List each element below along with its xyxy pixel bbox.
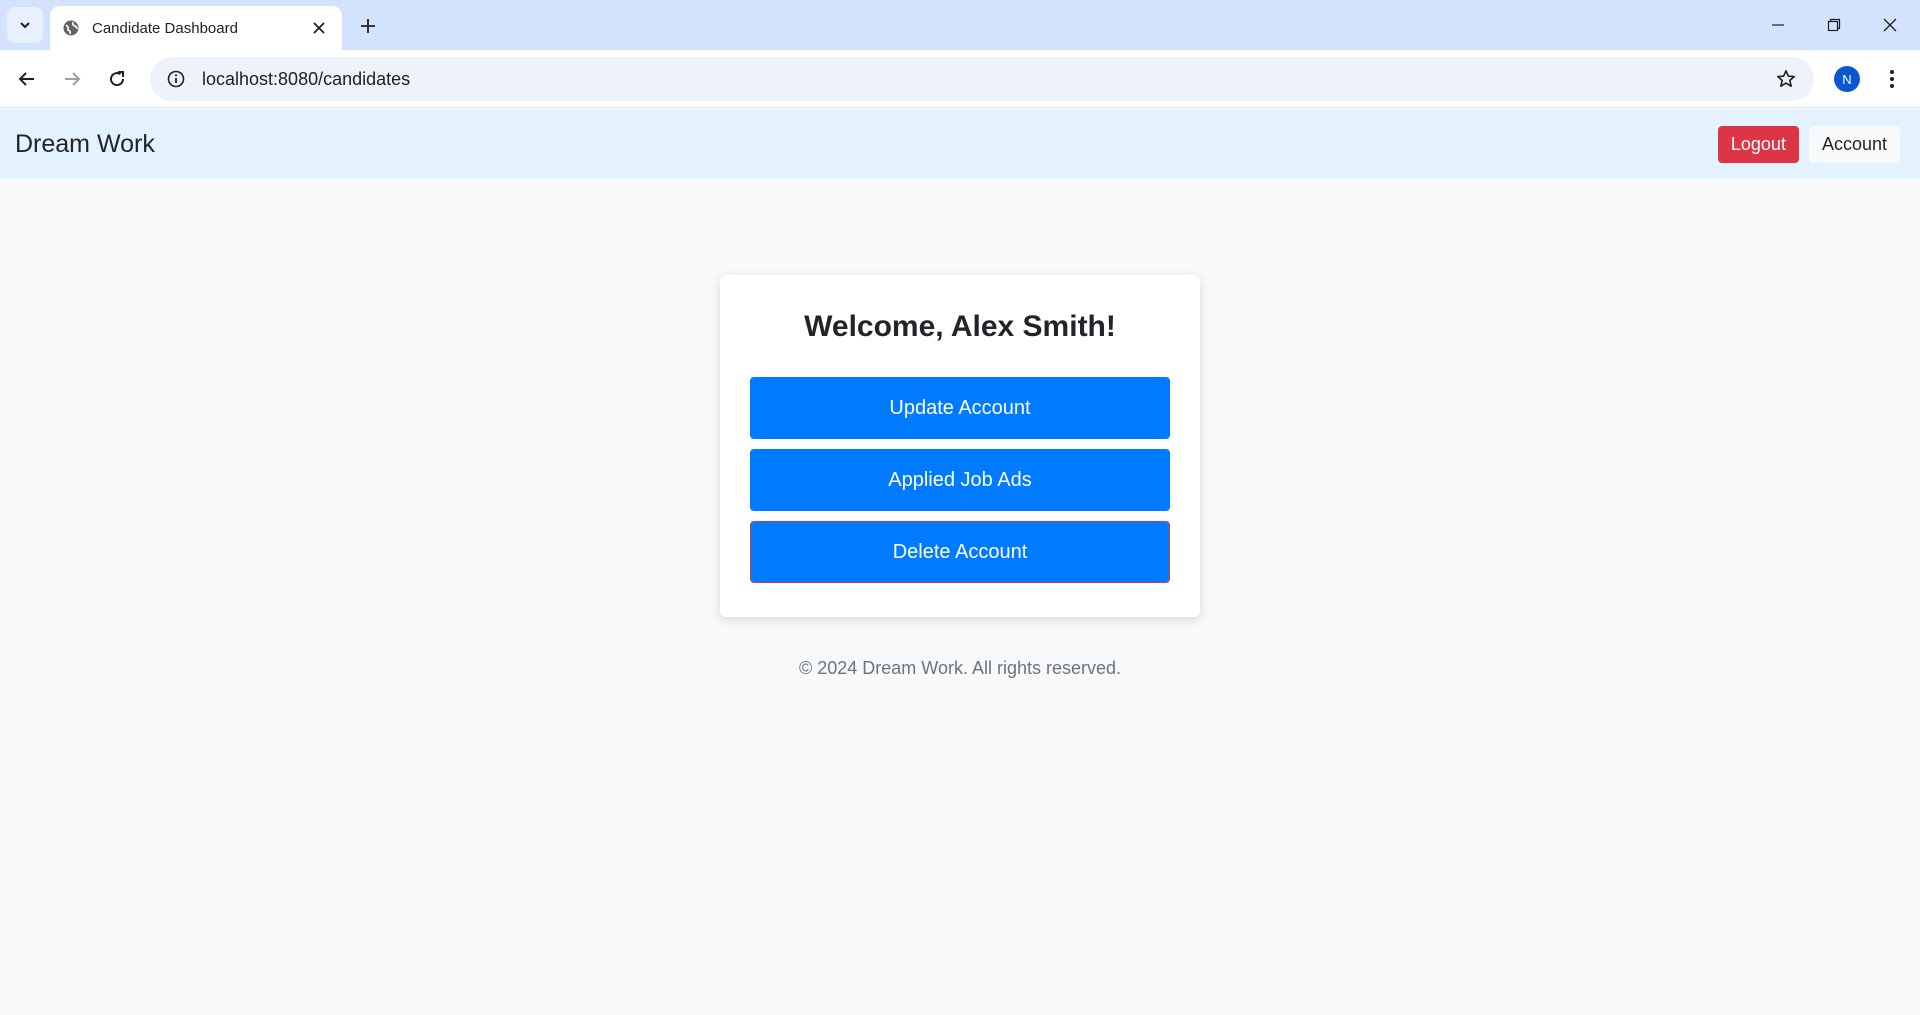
browser-menu-button[interactable] [1874, 61, 1910, 97]
plus-icon [361, 19, 375, 33]
browser-tabstrip: Candidate Dashboard [0, 0, 1920, 50]
delete-account-button[interactable]: Delete Account [750, 521, 1170, 583]
minimize-button[interactable] [1750, 0, 1806, 50]
arrow-left-icon [18, 72, 34, 86]
tab-title: Candidate Dashboard [92, 19, 238, 37]
close-icon [1883, 18, 1897, 32]
restore-icon [1827, 18, 1841, 32]
applied-job-ads-button[interactable]: Applied Job Ads [750, 449, 1170, 511]
reload-icon [110, 71, 125, 87]
browser-tab[interactable]: Candidate Dashboard [50, 6, 342, 50]
back-button[interactable] [9, 61, 45, 97]
reload-button[interactable] [99, 61, 135, 97]
welcome-heading: Welcome, Alex Smith! [804, 310, 1116, 343]
info-icon[interactable] [164, 67, 188, 91]
new-tab-button[interactable] [352, 10, 384, 42]
url-text: localhost:8080/candidates [202, 68, 411, 89]
tab-search-button[interactable] [7, 7, 43, 43]
account-button[interactable]: Account [1808, 125, 1900, 163]
chevron-down-icon [20, 22, 30, 29]
profile-avatar[interactable]: N [1834, 66, 1860, 92]
star-icon[interactable] [1768, 61, 1804, 97]
logout-button[interactable]: Logout [1717, 125, 1799, 163]
minimize-icon [1772, 24, 1784, 26]
brand-link[interactable]: Dream Work [15, 130, 1718, 159]
update-account-button[interactable]: Update Account [750, 377, 1170, 439]
arrow-right-icon [65, 72, 81, 86]
address-bar[interactable]: localhost:8080/candidates [150, 57, 1814, 101]
more-vertical-icon [1890, 70, 1894, 88]
app-navbar: Dream Work Logout Account [0, 109, 1920, 179]
globe-icon [62, 19, 80, 37]
close-icon[interactable] [308, 17, 330, 39]
window-close-button[interactable] [1862, 0, 1918, 50]
browser-toolbar: localhost:8080/candidates N [0, 50, 1920, 108]
restore-button[interactable] [1806, 0, 1862, 50]
forward-button[interactable] [54, 61, 90, 97]
dashboard-card: Welcome, Alex Smith! Update Account Appl… [720, 275, 1200, 617]
page-footer: © 2024 Dream Work. All rights reserved. [798, 658, 1122, 678]
